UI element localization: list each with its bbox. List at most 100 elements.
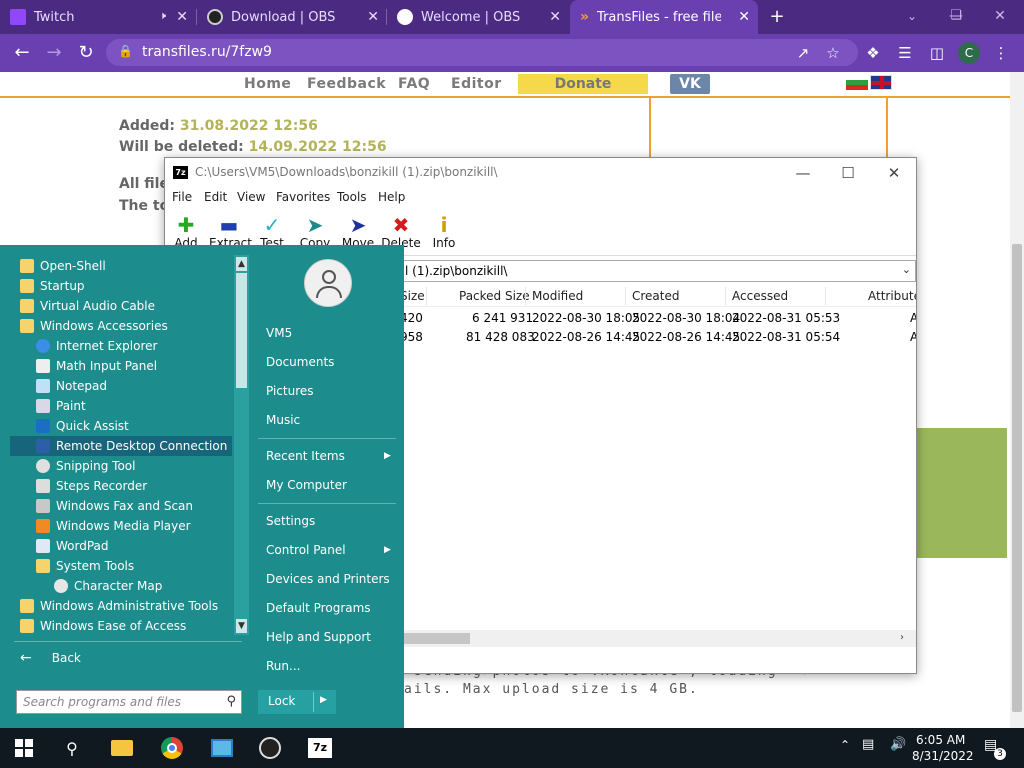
window-restore-button[interactable]: ❏ (944, 4, 968, 28)
share-icon[interactable]: ↗ (792, 42, 814, 64)
path-combobox[interactable]: l (1).zip\bonzikill\ ⌄ (400, 260, 916, 282)
list-item[interactable]: Character Map (54, 576, 162, 596)
scroll-right-icon[interactable]: › (900, 632, 904, 643)
col-attributes[interactable]: Attribute (868, 289, 916, 303)
window-close-button[interactable]: ✕ (988, 4, 1012, 28)
close-button[interactable]: ✕ (879, 162, 909, 184)
tab-transfiles[interactable]: » TransFiles - free file sha ✕ (570, 0, 758, 34)
list-item[interactable]: Windows Accessories (20, 316, 168, 336)
tab-search-icon[interactable]: ⌄ (900, 4, 924, 28)
reload-icon[interactable]: ↻ (74, 41, 98, 65)
nav-home[interactable]: Home (244, 76, 291, 92)
speaker-icon[interactable]: 🕨 (159, 9, 166, 23)
scroll-down-icon[interactable]: ▼ (236, 619, 247, 633)
list-item[interactable]: WordPad (36, 536, 109, 556)
page-scroll-thumb[interactable] (1012, 244, 1022, 712)
close-icon[interactable]: ✕ (367, 9, 379, 25)
col-accessed[interactable]: Accessed (732, 289, 788, 303)
menu-help-support[interactable]: Help and Support (266, 630, 371, 644)
back-button[interactable]: ← Back (16, 650, 81, 666)
7zip-icon[interactable]: 7z (302, 732, 338, 764)
list-item[interactable]: Open-Shell (20, 256, 106, 276)
search-icon[interactable]: ⚲ (54, 732, 90, 764)
flag-uk-icon[interactable] (870, 75, 892, 90)
file-explorer-icon[interactable] (104, 732, 140, 764)
col-modified[interactable]: Modified (532, 289, 583, 303)
list-item[interactable]: System Tools (36, 556, 134, 576)
obs-icon[interactable] (252, 732, 288, 764)
list-item[interactable]: Paint (36, 396, 86, 416)
clock-time[interactable]: 6:05 AM (916, 733, 965, 747)
close-icon[interactable]: ✕ (549, 9, 561, 25)
tab-download-obs[interactable]: Download | OBS ✕ (197, 0, 387, 34)
menu-pictures[interactable]: Pictures (266, 384, 314, 398)
tab-twitch[interactable]: Twitch 🕨 ✕ (0, 0, 196, 34)
chrome-icon[interactable] (154, 732, 190, 764)
list-item[interactable]: Math Input Panel (36, 356, 157, 376)
menu-help[interactable]: Help (378, 190, 405, 204)
horizontal-scroll-thumb[interactable] (404, 633, 470, 644)
tab-welcome-obs[interactable]: Welcome | OBS ✕ (387, 0, 569, 34)
maximize-button[interactable]: ☐ (833, 162, 863, 184)
extensions-icon[interactable]: ❖ (862, 42, 884, 64)
list-item[interactable]: Startup (20, 276, 85, 296)
nav-faq[interactable]: FAQ (398, 76, 430, 92)
menu-file[interactable]: File (172, 190, 192, 204)
list-item[interactable]: Windows Ease of Access (20, 616, 186, 636)
nav-feedback[interactable]: Feedback (307, 76, 386, 92)
table-row[interactable]: 958 81 428 083 2022-08-26 14:45 2022-08-… (400, 328, 916, 347)
list-item[interactable]: Windows Administrative Tools (20, 596, 218, 616)
new-tab-button[interactable]: + (765, 5, 789, 29)
lock-button[interactable]: Lock ▶ (258, 690, 336, 714)
menu-my-computer[interactable]: My Computer (266, 478, 347, 492)
list-item[interactable]: Internet Explorer (36, 336, 157, 356)
control-panel-icon[interactable] (204, 732, 240, 764)
minimize-button[interactable]: — (788, 162, 818, 184)
forward-arrow-icon[interactable]: → (42, 41, 66, 65)
list-item[interactable]: Quick Assist (36, 416, 129, 436)
network-icon[interactable]: ▤ (862, 737, 874, 752)
menu-tools[interactable]: Tools (337, 190, 367, 204)
side-panel-icon[interactable]: ◫ (926, 42, 948, 64)
list-item[interactable]: Remote Desktop Connection (10, 436, 232, 456)
list-item[interactable]: Windows Media Player (36, 516, 191, 536)
list-item[interactable]: Notepad (36, 376, 107, 396)
flag-ru-icon[interactable] (846, 75, 868, 90)
menu-run[interactable]: Run... (266, 659, 300, 673)
menu-edit[interactable]: Edit (204, 190, 227, 204)
avatar[interactable] (304, 259, 352, 307)
list-item[interactable]: Windows Fax and Scan (36, 496, 193, 516)
bookmark-star-icon[interactable]: ☆ (822, 42, 844, 64)
donate-button[interactable]: Donate (518, 74, 648, 94)
vk-button[interactable]: VK (670, 74, 710, 94)
menu-control-panel[interactable]: Control Panel (266, 543, 346, 557)
menu-settings[interactable]: Settings (266, 514, 315, 528)
lock-icon[interactable]: 🔒 (118, 44, 133, 58)
nav-editor[interactable]: Editor (451, 76, 502, 92)
close-icon[interactable]: ✕ (738, 9, 750, 25)
menu-recent-items[interactable]: Recent Items (266, 449, 345, 463)
search-input[interactable]: Search programs and files ⚲ (16, 690, 242, 714)
profile-avatar[interactable]: C (958, 42, 980, 64)
user-name[interactable]: VM5 (266, 326, 292, 340)
chevron-up-icon[interactable]: ⌃ (840, 738, 850, 752)
volume-icon[interactable]: 🔊 (890, 737, 906, 752)
menu-view[interactable]: View (237, 190, 265, 204)
col-packed-size[interactable]: Packed Size (459, 289, 530, 303)
menu-documents[interactable]: Documents (266, 355, 334, 369)
window-titlebar[interactable]: 7z C:\Users\VM5\Downloads\bonzikill (1).… (165, 158, 916, 188)
list-item[interactable]: Virtual Audio Cable (20, 296, 155, 316)
menu-music[interactable]: Music (266, 413, 300, 427)
more-menu-icon[interactable]: ⋮ (990, 42, 1012, 64)
list-item[interactable]: Snipping Tool (36, 456, 135, 476)
menu-devices-printers[interactable]: Devices and Printers (266, 572, 390, 586)
back-arrow-icon[interactable]: ← (10, 41, 34, 65)
menu-default-programs[interactable]: Default Programs (266, 601, 371, 615)
chevron-down-icon[interactable]: ⌄ (902, 263, 911, 276)
table-row[interactable]: 420 6 241 931 2022-08-30 18:05 2022-08-3… (400, 309, 916, 328)
media-control-icon[interactable]: ☰ (894, 42, 916, 64)
col-created[interactable]: Created (632, 289, 680, 303)
close-icon[interactable]: ✕ (176, 9, 188, 25)
list-item[interactable]: Steps Recorder (36, 476, 147, 496)
menu-favorites[interactable]: Favorites (276, 190, 330, 204)
